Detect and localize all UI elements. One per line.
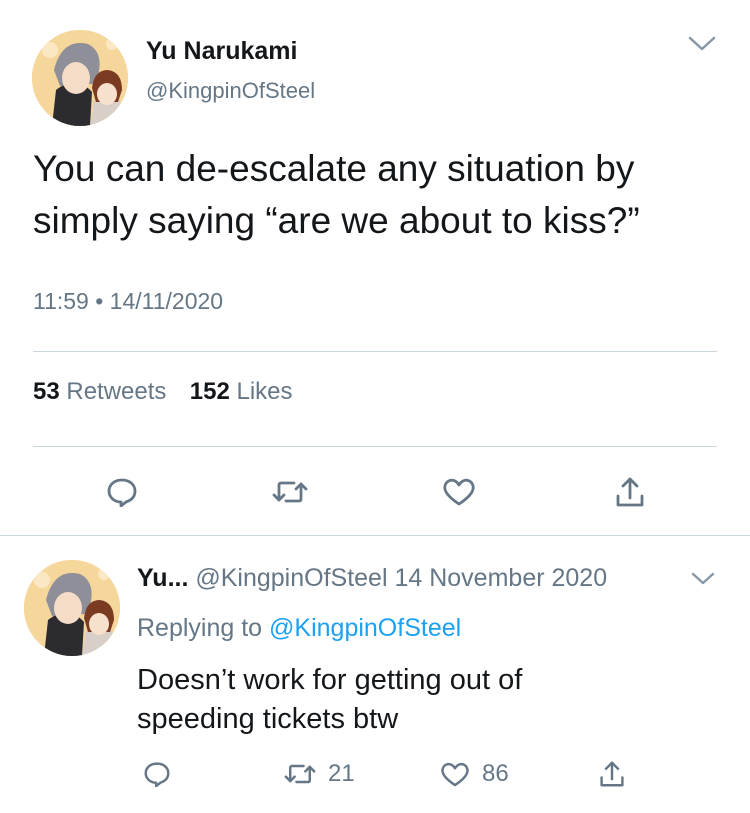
display-name[interactable]: Yu Narukami <box>146 37 297 66</box>
user-handle[interactable]: @KingpinOfSteel <box>195 564 387 592</box>
display-name[interactable]: Yu... <box>137 564 188 592</box>
reply-like-count: 86 <box>482 760 509 787</box>
user-handle[interactable]: @KingpinOfSteel <box>146 78 315 104</box>
like-label[interactable]: Likes <box>236 378 292 405</box>
divider <box>33 351 717 352</box>
reply-retweet-button[interactable]: 21 <box>284 756 355 792</box>
replying-to-handle[interactable]: @KingpinOfSteel <box>269 614 461 642</box>
heart-icon[interactable] <box>437 470 481 514</box>
retweet-label[interactable]: Retweets <box>66 378 166 405</box>
reply-text-line-1: Doesn’t work for getting out of <box>137 664 523 696</box>
tweet-stats: 53 Retweets 152 Likes <box>33 378 293 406</box>
retweet-icon[interactable] <box>268 470 312 514</box>
tweet-text-line-2: simply saying “are we about to kiss?” <box>33 200 640 241</box>
avatar[interactable] <box>32 30 128 126</box>
divider <box>0 535 750 536</box>
reply-bubble-icon[interactable] <box>137 754 177 794</box>
tweet-text-line-1: You can de-escalate any situation by <box>33 148 635 189</box>
replying-to-label: Replying to <box>137 614 263 642</box>
heart-icon <box>440 761 470 788</box>
replying-to: Replying to @KingpinOfSteel <box>137 614 461 643</box>
reply-date[interactable]: 14 November 2020 <box>394 564 607 592</box>
avatar[interactable] <box>24 560 120 656</box>
tweet-timestamp[interactable]: 11:59 • 14/11/2020 <box>33 288 223 315</box>
reply-text-line-2: speeding tickets btw <box>137 703 399 735</box>
reply-retweet-count: 21 <box>328 760 355 787</box>
reply-like-button[interactable]: 86 <box>440 756 509 792</box>
divider <box>33 446 717 447</box>
like-count[interactable]: 152 <box>190 378 230 405</box>
chevron-down-icon[interactable] <box>684 32 720 56</box>
reply-bubble-icon[interactable] <box>100 470 144 514</box>
retweet-icon <box>284 762 316 786</box>
retweet-count[interactable]: 53 <box>33 378 60 405</box>
chevron-down-icon[interactable] <box>688 567 718 591</box>
reply-header: Yu... @KingpinOfSteel 14 November 2020 <box>137 564 607 593</box>
share-icon[interactable] <box>608 470 652 514</box>
share-icon[interactable] <box>592 754 632 794</box>
